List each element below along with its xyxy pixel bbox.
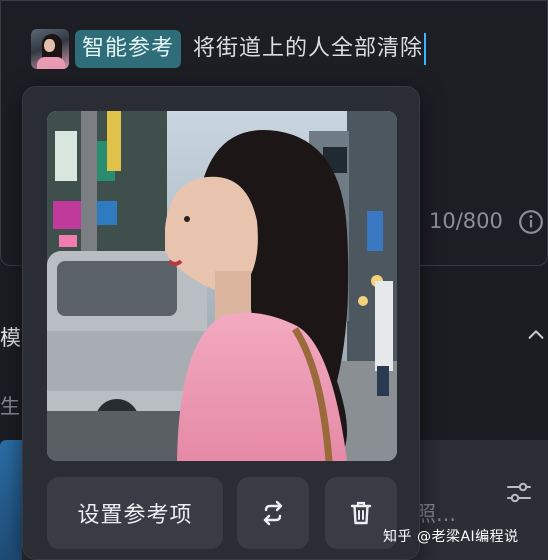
reference-thumbnail[interactable] [31,29,69,69]
chevron-up-icon[interactable] [525,324,547,346]
text-caret [424,33,427,65]
bottom-hint-text: 照... [415,502,457,526]
watermark-text: 知乎 @老梁AI编程说 [383,529,519,545]
info-icon[interactable] [518,209,544,235]
char-counter: 10/800 [429,209,503,233]
model-section-label: 模 [0,326,21,350]
accent-strip [0,440,22,560]
sliders-icon[interactable] [504,478,534,508]
set-reference-button[interactable]: 设置参考项 [47,477,223,549]
swap-reference-button[interactable] [237,477,309,549]
smart-reference-tag[interactable]: 智能参考 [75,30,182,68]
prompt-row: 智能参考 将街道上的人全部清除 [31,28,427,70]
swap-icon [263,500,283,526]
trash-icon [350,501,372,525]
generate-section-label: 生 [0,394,20,418]
reference-photo-illustration [47,111,397,461]
prompt-text[interactable]: 将街道上的人全部清除 [193,30,423,68]
reference-image [47,111,397,461]
reference-popover: 设置参考项 [22,86,420,560]
